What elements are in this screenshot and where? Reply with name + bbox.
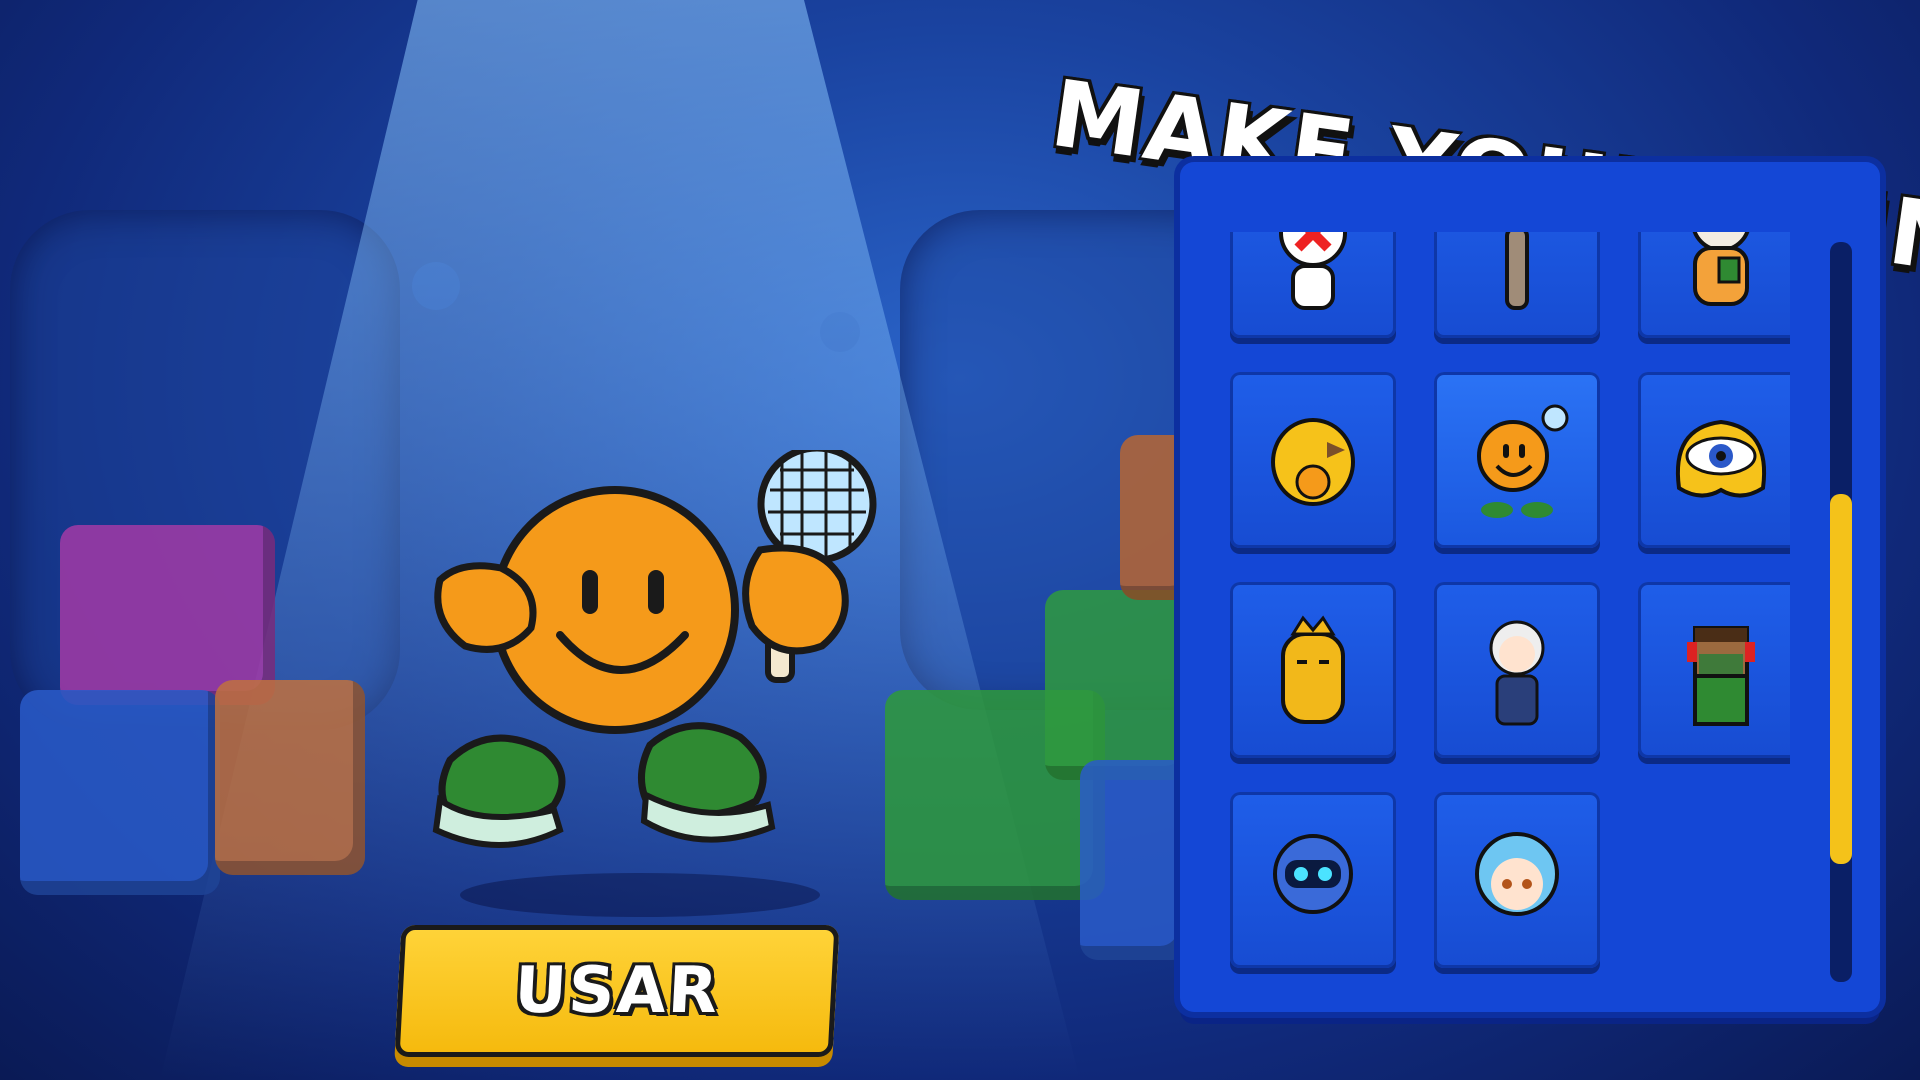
skin-tile[interactable]	[1230, 232, 1396, 338]
pixel-gamer-icon	[1687, 626, 1755, 726]
scrollbar[interactable]	[1830, 242, 1852, 982]
skin-tile[interactable]	[1230, 792, 1396, 968]
skin-tile[interactable]	[1638, 232, 1790, 338]
skin-tile[interactable]	[1230, 582, 1396, 758]
anime-boy-icon	[1489, 620, 1545, 726]
use-button[interactable]: USAR	[394, 925, 840, 1057]
ostrich-icon	[1505, 232, 1529, 310]
smiley-singer-icon	[1477, 404, 1569, 518]
skin-selection-panel	[1180, 162, 1880, 1012]
smiley-singer-character	[432, 450, 877, 917]
skin-tile[interactable]	[1230, 372, 1396, 548]
yellow-crowned-character-icon	[1281, 615, 1345, 724]
scrollbar-thumb[interactable]	[1830, 494, 1852, 864]
blue-block-2	[1080, 760, 1190, 960]
robot-icon	[1273, 834, 1353, 914]
white-masked-character-icon	[1279, 232, 1347, 310]
blue-block	[20, 690, 220, 895]
skin-grid	[1230, 232, 1790, 972]
skin-tile[interactable]	[1638, 372, 1790, 548]
skin-tile[interactable]	[1638, 582, 1790, 758]
polar-bear-with-cup-icon	[1692, 232, 1750, 306]
anime-girl-icon	[1475, 832, 1559, 916]
skin-grid-viewport	[1230, 232, 1790, 982]
yellow-bird-icon	[1271, 418, 1355, 506]
skin-tile[interactable]	[1434, 582, 1600, 758]
green-block-2	[1045, 590, 1195, 780]
purple-block	[60, 525, 275, 705]
skin-tile[interactable]	[1434, 792, 1600, 968]
skin-tile[interactable]	[1434, 232, 1600, 338]
skin-tile[interactable]	[1434, 372, 1600, 548]
yellow-eye-blob-icon	[1676, 419, 1766, 498]
use-button-label: USAR	[512, 954, 722, 1028]
orange-block	[215, 680, 365, 875]
